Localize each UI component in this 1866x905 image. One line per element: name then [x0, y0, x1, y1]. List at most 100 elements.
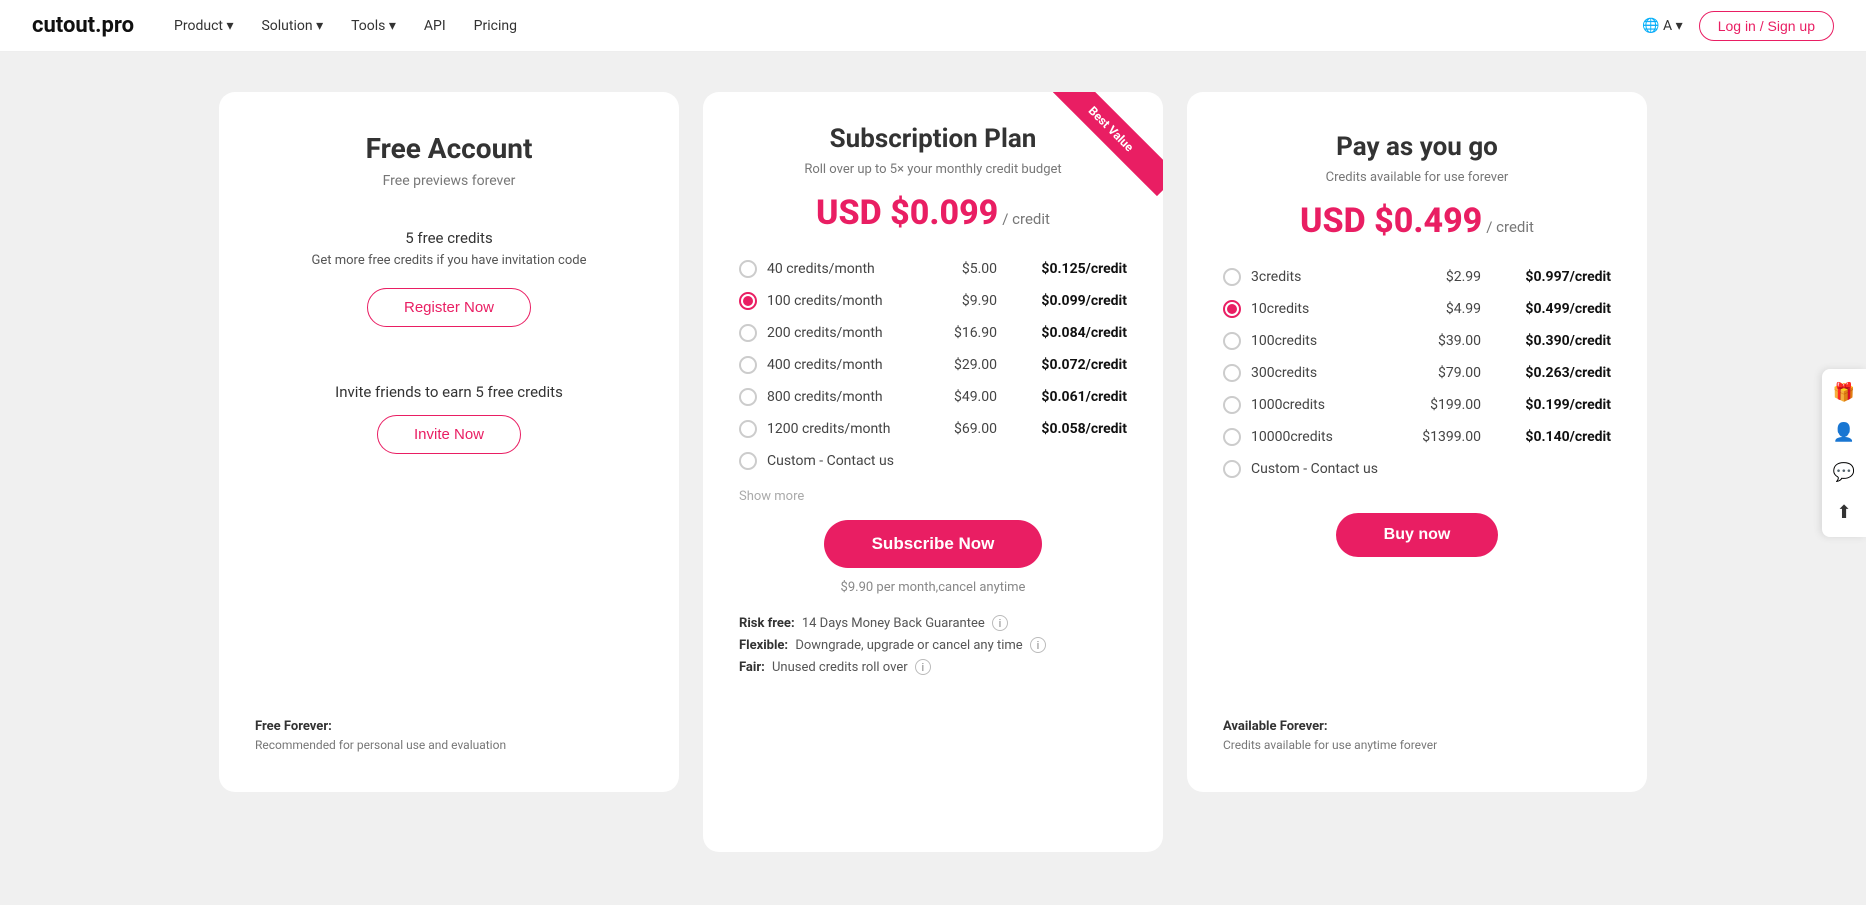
sub-price-main: USD $0.099 [816, 193, 998, 233]
radio-circle[interactable] [1223, 364, 1241, 382]
payg-option-item[interactable]: 10000credits $1399.00 $0.140/credit [1223, 421, 1611, 453]
sub-option-item[interactable]: 1200 credits/month $69.00 $0.058/credit [739, 413, 1127, 445]
best-value-ribbon-wrapper: Best Value [1053, 92, 1163, 202]
payg-price-unit: / credit [1486, 218, 1534, 236]
free-card-subtitle: Free previews forever [383, 173, 516, 189]
free-account-card: Free Account Free previews forever 5 fre… [219, 92, 679, 792]
payg-price-main: USD $0.499 [1300, 201, 1482, 241]
nav-product[interactable]: Product ▾ [174, 18, 233, 34]
option-per-credit: $0.140/credit [1491, 429, 1611, 445]
option-label: 200 credits/month [767, 325, 927, 341]
user-widget[interactable]: 👤 [1826, 415, 1862, 451]
option-per-credit: $0.997/credit [1491, 269, 1611, 285]
payg-options: 3credits $2.99 $0.997/credit 10credits $… [1223, 261, 1611, 485]
free-credits-text: 5 free credits [405, 229, 492, 247]
payg-option-item[interactable]: Custom - Contact us [1223, 453, 1611, 485]
option-label: 3credits [1251, 269, 1411, 285]
option-price: $1399.00 [1421, 429, 1481, 445]
info-icon[interactable]: i [915, 659, 931, 675]
nav-links: Product ▾ Solution ▾ Tools ▾ API Pricing [174, 18, 1642, 34]
sub-option-item[interactable]: 800 credits/month $49.00 $0.061/credit [739, 381, 1127, 413]
feature-item: Fair: Unused credits roll over i [739, 659, 1127, 675]
radio-circle[interactable] [739, 292, 757, 310]
payg-card-footer: Available Forever: Credits available for… [1223, 687, 1611, 752]
option-per-credit: $0.390/credit [1491, 333, 1611, 349]
sub-option-item[interactable]: 400 credits/month $29.00 $0.072/credit [739, 349, 1127, 381]
payg-card: Pay as you go Credits available for use … [1187, 92, 1647, 792]
radio-circle[interactable] [739, 420, 757, 438]
option-price: $79.00 [1421, 365, 1481, 381]
option-per-credit: $0.499/credit [1491, 301, 1611, 317]
option-price: $4.99 [1421, 301, 1481, 317]
option-price: $199.00 [1421, 397, 1481, 413]
option-per-credit: $0.263/credit [1491, 365, 1611, 381]
logo[interactable]: cutout.pro [32, 13, 134, 38]
payg-option-item[interactable]: 100credits $39.00 $0.390/credit [1223, 325, 1611, 357]
radio-circle[interactable] [739, 324, 757, 342]
register-now-button[interactable]: Register Now [367, 288, 531, 327]
payg-option-item[interactable]: 300credits $79.00 $0.263/credit [1223, 357, 1611, 389]
login-button[interactable]: Log in / Sign up [1699, 11, 1834, 41]
option-label: 10credits [1251, 301, 1411, 317]
option-label: 800 credits/month [767, 389, 927, 405]
payg-option-item[interactable]: 3credits $2.99 $0.997/credit [1223, 261, 1611, 293]
gift-widget[interactable]: 🎁 [1826, 375, 1862, 411]
buy-now-button[interactable]: Buy now [1336, 513, 1499, 557]
option-label: 100 credits/month [767, 293, 927, 309]
sub-option-item[interactable]: 100 credits/month $9.90 $0.099/credit [739, 285, 1127, 317]
radio-circle[interactable] [1223, 396, 1241, 414]
show-more-link[interactable]: Show more [739, 489, 1127, 504]
subscription-features: Risk free: 14 Days Money Back Guarantee … [739, 615, 1127, 675]
option-label: 400 credits/month [767, 357, 927, 373]
option-label: 1000credits [1251, 397, 1411, 413]
option-per-credit: $0.099/credit [1007, 293, 1127, 309]
chat-widget[interactable]: 💬 [1826, 455, 1862, 491]
sub-option-item[interactable]: 40 credits/month $5.00 $0.125/credit [739, 253, 1127, 285]
payg-option-item[interactable]: 1000credits $199.00 $0.199/credit [1223, 389, 1611, 421]
invite-section: Invite friends to earn 5 free credits In… [335, 383, 563, 470]
subscription-options: 40 credits/month $5.00 $0.125/credit 100… [739, 253, 1127, 477]
invite-now-button[interactable]: Invite Now [377, 415, 521, 454]
navbar: cutout.pro Product ▾ Solution ▾ Tools ▾ … [0, 0, 1866, 52]
option-per-credit: $0.072/credit [1007, 357, 1127, 373]
radio-circle[interactable] [1223, 300, 1241, 318]
option-price: $5.00 [937, 261, 997, 277]
invite-section-text: Invite friends to earn 5 free credits [335, 383, 563, 401]
payg-option-item[interactable]: 10credits $4.99 $0.499/credit [1223, 293, 1611, 325]
sub-option-item[interactable]: Custom - Contact us [739, 445, 1127, 477]
radio-circle[interactable] [739, 260, 757, 278]
free-invite-desc: Get more free credits if you have invita… [312, 253, 587, 268]
subscribe-now-button[interactable]: Subscribe Now [824, 520, 1043, 568]
option-price: $49.00 [937, 389, 997, 405]
scroll-top-widget[interactable]: ⬆ [1826, 495, 1862, 531]
language-selector[interactable]: 🌐 A ▾ [1642, 18, 1683, 34]
side-widgets: 🎁 👤 💬 ⬆ [1822, 369, 1866, 537]
radio-circle[interactable] [1223, 268, 1241, 286]
info-icon[interactable]: i [1030, 637, 1046, 653]
radio-circle[interactable] [739, 452, 757, 470]
info-icon[interactable]: i [992, 615, 1008, 631]
option-per-credit: $0.061/credit [1007, 389, 1127, 405]
radio-circle[interactable] [739, 388, 757, 406]
nav-solution[interactable]: Solution ▾ [261, 18, 323, 34]
free-footer-title: Free Forever: [255, 719, 643, 734]
option-label: 100credits [1251, 333, 1411, 349]
main-content: Free Account Free previews forever 5 fre… [0, 52, 1866, 905]
free-card-title: Free Account [366, 132, 533, 165]
nav-pricing[interactable]: Pricing [474, 18, 517, 34]
radio-circle[interactable] [1223, 428, 1241, 446]
payg-footer-title: Available Forever: [1223, 719, 1611, 734]
option-label: 40 credits/month [767, 261, 927, 277]
sub-option-item[interactable]: 200 credits/month $16.90 $0.084/credit [739, 317, 1127, 349]
option-per-credit: $0.084/credit [1007, 325, 1127, 341]
radio-circle[interactable] [1223, 332, 1241, 350]
nav-right: 🌐 A ▾ Log in / Sign up [1642, 11, 1834, 41]
option-label: 10000credits [1251, 429, 1411, 445]
option-label: 1200 credits/month [767, 421, 927, 437]
radio-circle[interactable] [1223, 460, 1241, 478]
nav-api[interactable]: API [424, 18, 446, 34]
radio-circle[interactable] [739, 356, 757, 374]
sub-price-note: $9.90 per month,cancel anytime [739, 580, 1127, 595]
nav-tools[interactable]: Tools ▾ [351, 18, 396, 34]
payg-footer-desc: Credits available for use anytime foreve… [1223, 738, 1611, 752]
